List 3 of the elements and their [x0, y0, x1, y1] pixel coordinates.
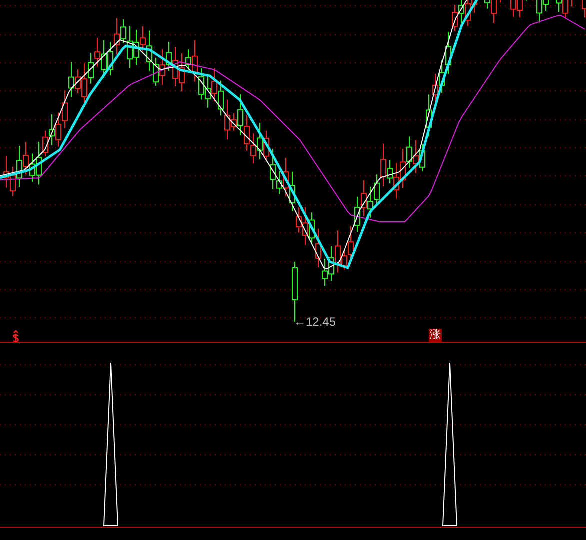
dollar-signal-icon	[12, 330, 20, 343]
low-price-label: ←12.45	[294, 316, 336, 328]
rise-signal-badge: 涨	[429, 329, 442, 342]
